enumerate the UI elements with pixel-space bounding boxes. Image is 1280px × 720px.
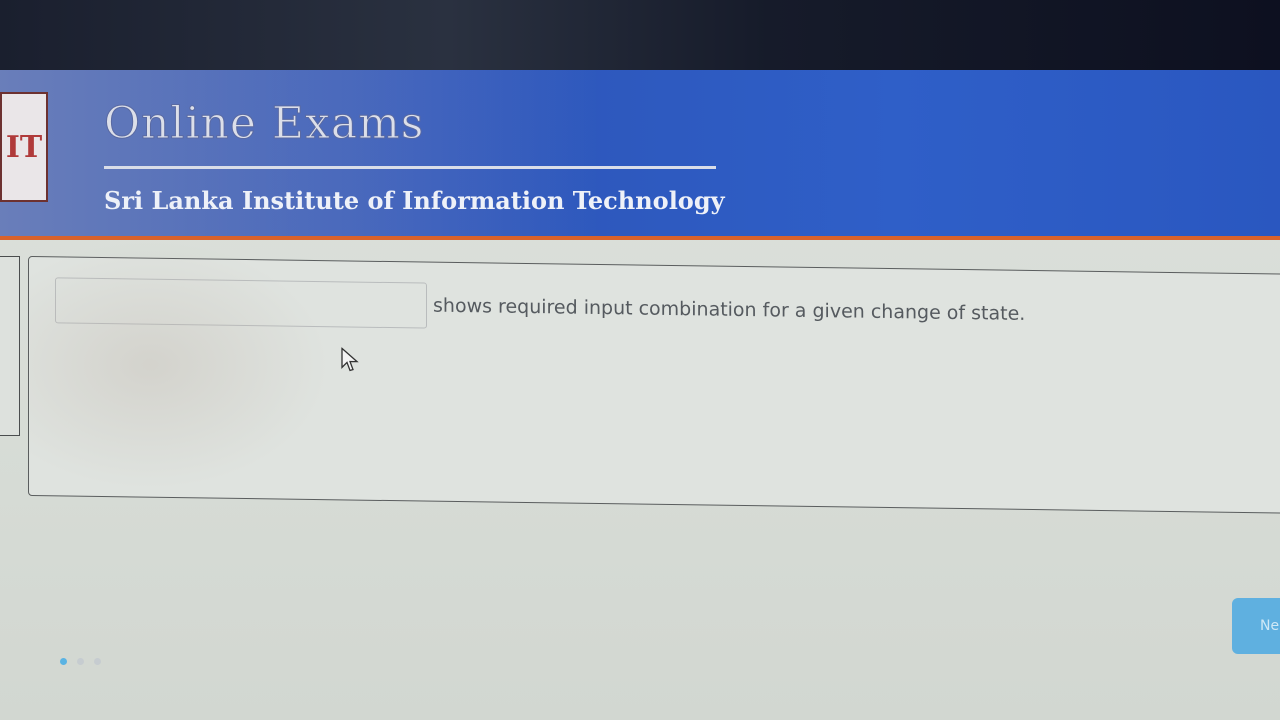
header-divider [104,166,716,169]
pagination-dots [60,658,101,665]
question-nav-tab[interactable] [0,256,20,436]
next-button[interactable]: Ne [1232,598,1280,654]
question-panel: shows required input combination for a g… [28,256,1280,514]
header-title: Online Exams [103,98,425,150]
header-subtitle: Sri Lanka Institute of Information Techn… [104,186,725,215]
site-header: IT Online Exams Sri Lanka Institute of I… [0,70,1280,240]
answer-input[interactable] [55,277,427,329]
pagination-dot[interactable] [77,658,84,665]
question-text: shows required input combination for a g… [433,294,1026,325]
top-strip [0,0,1280,70]
pagination-dot[interactable] [94,658,101,665]
sliit-logo: IT [0,92,48,202]
logo-text: IT [5,129,43,165]
mouse-cursor-icon [341,347,359,372]
pagination-dot[interactable] [60,658,67,665]
exam-page: IT Online Exams Sri Lanka Institute of I… [0,0,1280,720]
